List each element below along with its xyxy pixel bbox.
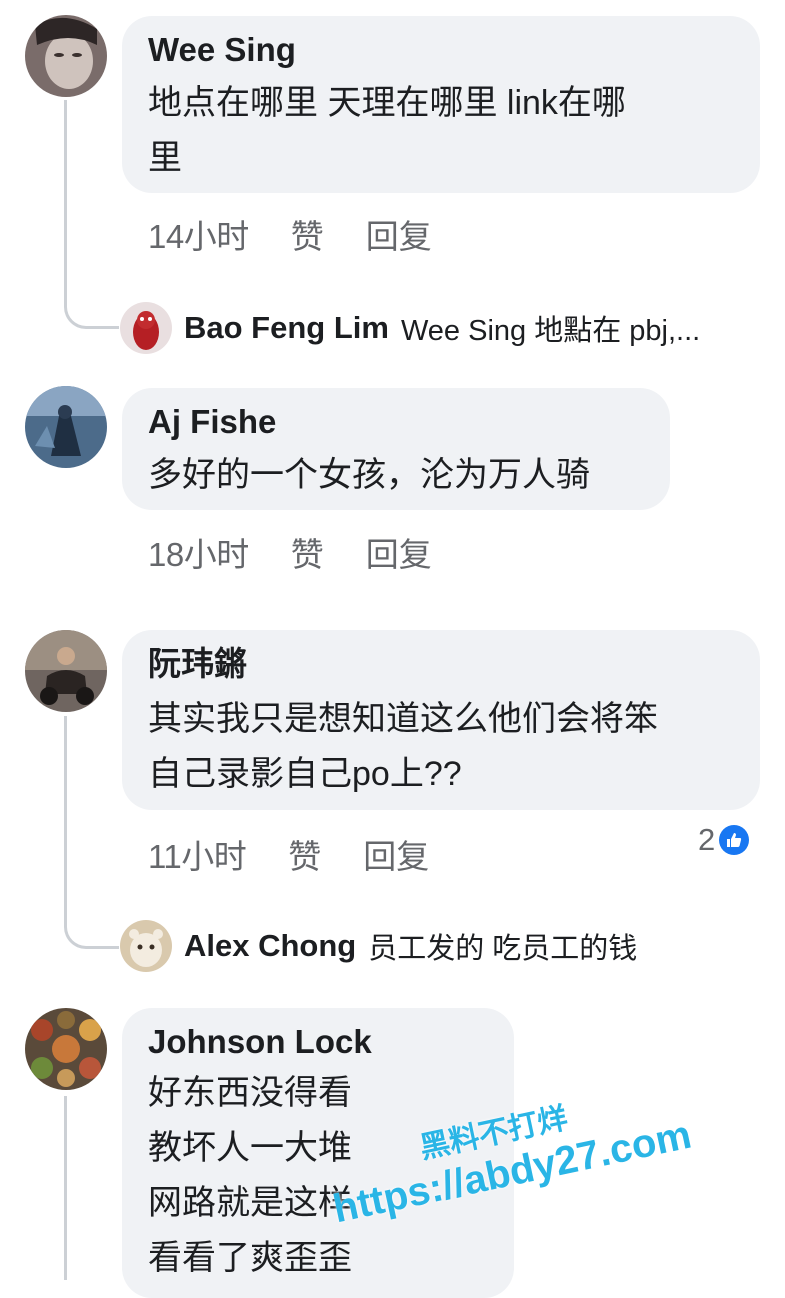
comment-bubble: Wee Sing 地点在哪里 天理在哪里 link在哪 里 xyxy=(122,16,760,193)
reply-author[interactable]: Bao Feng Lim xyxy=(184,310,389,346)
thread-line xyxy=(64,1096,67,1280)
comment-text: 其实我只是想知道这么他们会将笨 自己录影自己po上?? xyxy=(148,700,658,793)
comment-author[interactable]: Wee Sing xyxy=(148,30,734,70)
reply-preview[interactable]: Bao Feng Lim Wee Sing 地點在 pbj,... xyxy=(120,302,700,354)
comment-author[interactable]: Johnson Lock xyxy=(148,1022,488,1062)
reply-author[interactable]: Alex Chong xyxy=(184,928,356,964)
like-button[interactable]: 赞 xyxy=(291,528,324,576)
thumbs-up-icon xyxy=(719,825,750,855)
reaction-summary[interactable]: 2 xyxy=(698,822,750,858)
avatar[interactable] xyxy=(25,1008,107,1090)
comment-actions: 14小时 赞 回复 xyxy=(148,210,432,258)
comment-bubble: 阮玮鏘 其实我只是想知道这么他们会将笨 自己录影自己po上?? xyxy=(122,630,760,810)
like-button[interactable]: 赞 xyxy=(291,210,324,258)
comment-time[interactable]: 11小时 xyxy=(148,830,247,878)
reply-preview[interactable]: Alex Chong 员工发的 吃员工的钱 xyxy=(120,920,637,972)
comment-text: 地点在哪里 天理在哪里 link在哪 里 xyxy=(148,84,626,177)
avatar[interactable] xyxy=(25,630,107,712)
reply-button[interactable]: 回复 xyxy=(363,830,429,878)
comment-time[interactable]: 14小时 xyxy=(148,210,249,258)
thread-line xyxy=(64,716,119,949)
thread-line xyxy=(64,100,119,329)
comment-bubble: Aj Fishe 多好的一个女孩，沦为万人骑 xyxy=(122,388,670,510)
avatar[interactable] xyxy=(25,386,107,468)
comment-author[interactable]: 阮玮鏘 xyxy=(148,644,734,684)
avatar xyxy=(120,302,172,354)
reply-snippet: 员工发的 吃员工的钱 xyxy=(368,933,638,965)
reaction-count: 2 xyxy=(698,822,716,857)
avatar[interactable] xyxy=(25,15,107,97)
comment-time[interactable]: 18小时 xyxy=(148,528,249,576)
comment-author[interactable]: Aj Fishe xyxy=(148,402,644,442)
comment-actions: 18小时 赞 回复 xyxy=(148,528,432,576)
reply-button[interactable]: 回复 xyxy=(366,210,432,258)
comment-text: 多好的一个女孩，沦为万人骑 xyxy=(148,456,590,494)
reply-snippet: Wee Sing 地點在 pbj,... xyxy=(400,315,701,347)
avatar xyxy=(120,920,172,972)
like-button[interactable]: 赞 xyxy=(288,830,321,878)
reply-button[interactable]: 回复 xyxy=(366,528,432,576)
comment-actions: 11小时 赞 回复 xyxy=(148,830,429,878)
